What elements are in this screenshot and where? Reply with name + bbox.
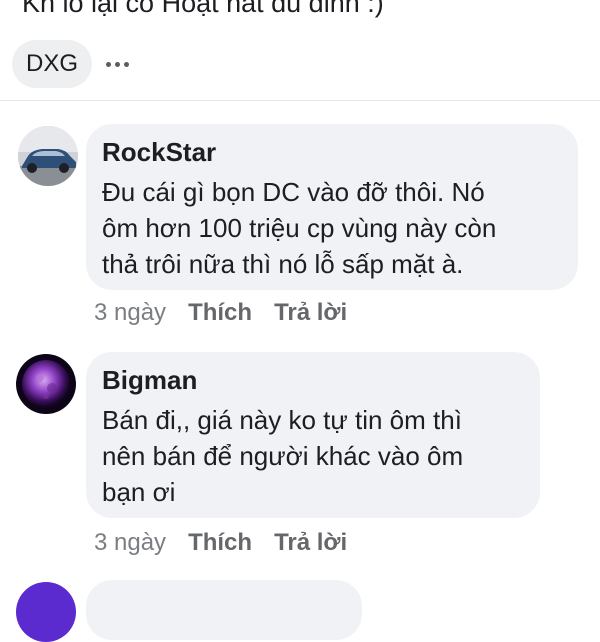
comment-author[interactable]: RockStar bbox=[102, 136, 562, 168]
avatar-third-commenter[interactable] bbox=[16, 582, 76, 642]
reply-button[interactable]: Trả lời bbox=[274, 529, 347, 557]
car-photo-avatar bbox=[18, 126, 78, 186]
tag-chip-dxg[interactable]: DXG bbox=[12, 40, 93, 88]
comment-actions-2: 3 ngày Thích Trả lời bbox=[94, 529, 369, 557]
divider bbox=[0, 100, 600, 101]
avatar-rockstar[interactable] bbox=[18, 126, 78, 186]
comment-line: nên bán để người khác vào ôm bbox=[102, 441, 464, 471]
avatar-bigman[interactable] bbox=[16, 354, 76, 414]
comment-line: Bán đi,, giá này ko tự tin ôm thì bbox=[102, 405, 462, 435]
comment-author[interactable]: Bigman bbox=[102, 364, 524, 396]
comment-line: Đu cái gì bọn DC vào đỡ thôi. Nó bbox=[102, 177, 485, 207]
tag-row: DXG bbox=[12, 40, 131, 88]
comment-actions-1: 3 ngày Thích Trả lời bbox=[94, 299, 369, 327]
purple-moon-avatar bbox=[16, 354, 76, 414]
comment-time: 3 ngày bbox=[94, 299, 167, 326]
comment-line: bạn ơi bbox=[102, 477, 176, 507]
post-text: Kh lo lại co Hoạt hat đu đinh :) bbox=[22, 0, 384, 18]
comment-time: 3 ngày bbox=[94, 529, 167, 556]
comment-text: Đu cái gì bọn DC vào đỡ thôi. Nó ôm hơn … bbox=[102, 174, 562, 282]
like-button[interactable]: Thích bbox=[188, 299, 252, 327]
reply-button[interactable]: Trả lời bbox=[274, 299, 347, 327]
like-button[interactable]: Thích bbox=[188, 529, 252, 557]
more-horizontal-icon[interactable] bbox=[104, 56, 131, 73]
comment-line: thả trôi nữa thì nó lỗ sấp mặt à. bbox=[102, 249, 464, 279]
comment-line: ôm hơn 100 triệu cp vùng này còn bbox=[102, 213, 497, 243]
comment-text: Bán đi,, giá này ko tự tin ôm thì nên bá… bbox=[102, 402, 524, 510]
comment-bubble-3 bbox=[86, 580, 362, 640]
comment-bubble-2: Bigman Bán đi,, giá này ko tự tin ôm thì… bbox=[86, 352, 540, 518]
comment-bubble-1: RockStar Đu cái gì bọn DC vào đỡ thôi. N… bbox=[86, 124, 578, 290]
